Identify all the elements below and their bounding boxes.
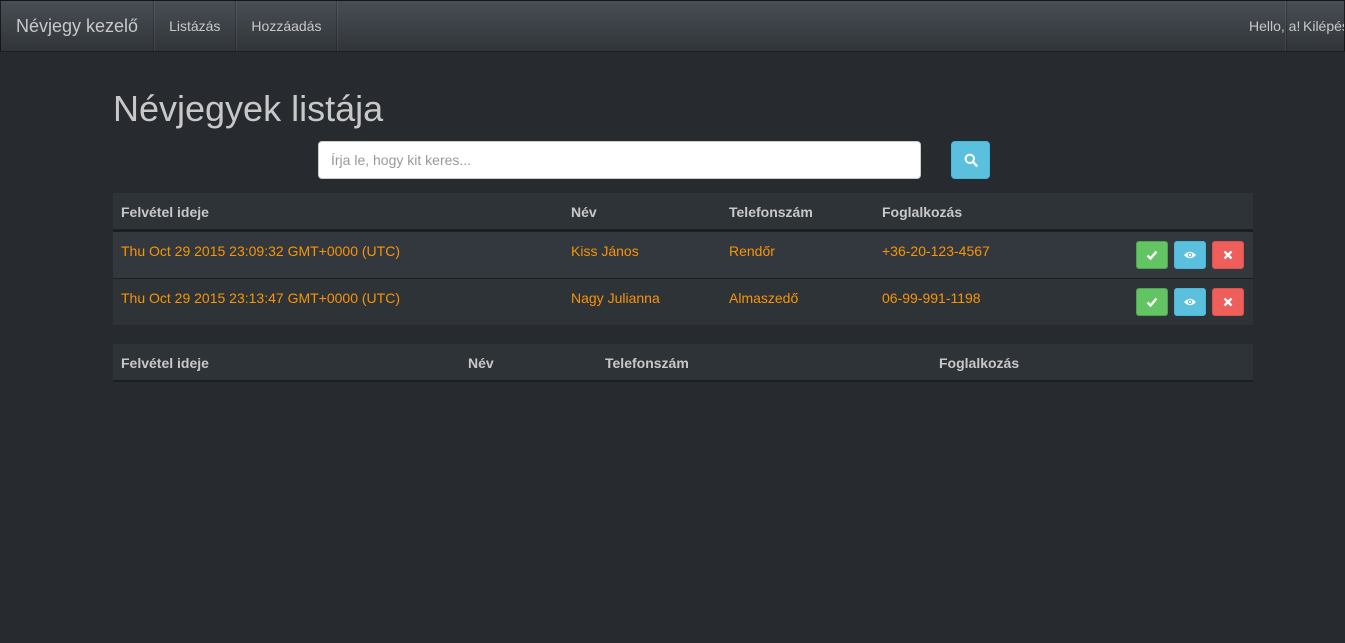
contacts-table: Felvétel ideje Név Telefonszám Foglalkoz… bbox=[113, 193, 1253, 325]
cell-name: Nagy Julianna bbox=[571, 290, 660, 306]
navbar: Névjegy kezelő Listázás Hozzáadás Hello,… bbox=[0, 0, 1345, 52]
page-title: Névjegyek listája bbox=[113, 88, 384, 129]
search-input[interactable] bbox=[318, 141, 921, 179]
cell-created: Thu Oct 29 2015 23:13:47 GMT+0000 (UTC) bbox=[121, 290, 400, 306]
row-actions bbox=[1136, 288, 1244, 316]
cell-occupation: 06-99-991-1198 bbox=[882, 290, 981, 306]
cell-created: Thu Oct 29 2015 23:09:32 GMT+0000 (UTC) bbox=[121, 243, 400, 259]
cell-name: Kiss János bbox=[571, 243, 639, 259]
table-row: Thu Oct 29 2015 23:13:47 GMT+0000 (UTC) … bbox=[113, 278, 1253, 325]
column-header-occupation: Foglalkozás bbox=[939, 355, 1020, 371]
column-header-created: Felvétel ideje bbox=[121, 204, 209, 220]
table-header: Felvétel ideje Név Telefonszám Foglalkoz… bbox=[113, 344, 1253, 382]
column-header-phone: Telefonszám bbox=[729, 204, 813, 220]
cell-phone: Rendőr bbox=[729, 243, 775, 259]
view-button[interactable] bbox=[1174, 288, 1206, 316]
secondary-table: Felvétel ideje Név Telefonszám Foglalkoz… bbox=[113, 344, 1253, 382]
approve-button[interactable] bbox=[1136, 241, 1168, 269]
check-icon bbox=[1146, 297, 1158, 308]
column-header-occupation: Foglalkozás bbox=[882, 204, 963, 220]
column-header-name: Név bbox=[468, 355, 494, 371]
navbar-right: Hello, a! Kilépés bbox=[1234, 1, 1344, 51]
search-button[interactable] bbox=[951, 141, 990, 179]
nav-link-list[interactable]: Listázás bbox=[154, 1, 237, 51]
table-header: Felvétel ideje Név Telefonszám Foglalkoz… bbox=[113, 193, 1253, 231]
delete-button[interactable] bbox=[1212, 288, 1244, 316]
check-icon bbox=[1146, 250, 1158, 261]
cell-phone: Almaszedő bbox=[729, 290, 799, 306]
delete-button[interactable] bbox=[1212, 241, 1244, 269]
times-icon bbox=[1223, 250, 1233, 260]
column-header-created: Felvétel ideje bbox=[121, 355, 209, 371]
approve-button[interactable] bbox=[1136, 288, 1168, 316]
logout-link[interactable]: Kilépés bbox=[1286, 1, 1344, 51]
times-icon bbox=[1223, 297, 1233, 307]
brand-link[interactable]: Névjegy kezelő bbox=[1, 1, 155, 51]
column-header-phone: Telefonszám bbox=[605, 355, 689, 371]
greeting-text: Hello, a! bbox=[1249, 18, 1301, 34]
row-actions bbox=[1136, 241, 1244, 269]
eye-icon bbox=[1184, 298, 1196, 306]
search-icon bbox=[964, 153, 978, 167]
table-row: Thu Oct 29 2015 23:09:32 GMT+0000 (UTC) … bbox=[113, 231, 1253, 278]
view-button[interactable] bbox=[1174, 241, 1206, 269]
nav-link-add[interactable]: Hozzáadás bbox=[236, 1, 338, 51]
column-header-name: Név bbox=[571, 204, 597, 220]
cell-occupation: +36-20-123-4567 bbox=[882, 243, 990, 259]
eye-icon bbox=[1184, 251, 1196, 259]
